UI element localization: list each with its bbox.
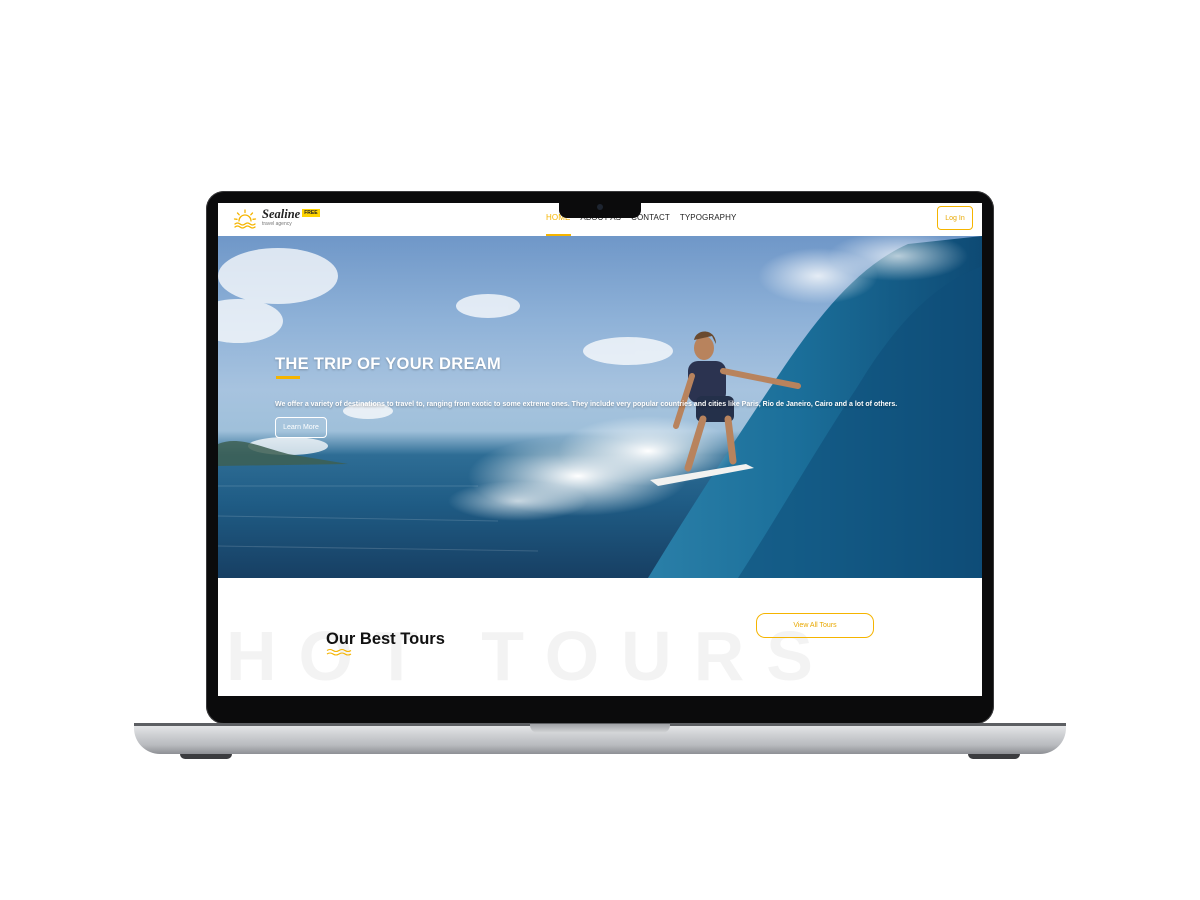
free-badge: FREE bbox=[302, 209, 320, 217]
hero-title-underline bbox=[276, 376, 300, 379]
background-watermark-text: HOT TOURS bbox=[226, 617, 835, 695]
laptop-foot-right bbox=[968, 754, 1020, 759]
laptop-foot-left bbox=[180, 754, 232, 759]
best-tours-section: HOT TOURS Our Best Tours View All Tours bbox=[218, 578, 982, 696]
brand-text: Sealine travel agency bbox=[262, 207, 301, 228]
hero-description: We offer a variety of destinations to tr… bbox=[275, 401, 898, 408]
laptop-hinge-notch bbox=[530, 724, 670, 733]
camera-icon bbox=[597, 204, 603, 210]
login-button[interactable]: Log In bbox=[937, 206, 973, 230]
sun-waves-icon bbox=[233, 209, 257, 229]
learn-more-button[interactable]: Learn More bbox=[275, 417, 327, 438]
nav-item-typography[interactable]: TYPOGRAPHY bbox=[680, 213, 737, 222]
section-title: Our Best Tours bbox=[326, 629, 445, 648]
hero-banner: THE TRIP OF YOUR DREAM We offer a variet… bbox=[218, 236, 982, 578]
browser-viewport: Sealine travel agency FREE HOME ABOUT AS… bbox=[218, 203, 982, 696]
camera-notch bbox=[559, 200, 641, 218]
wavy-lines-icon bbox=[326, 648, 352, 656]
view-all-tours-button[interactable]: View All Tours bbox=[756, 613, 874, 638]
brand-name: Sealine bbox=[262, 207, 301, 221]
brand-logo[interactable]: Sealine travel agency FREE bbox=[232, 208, 320, 232]
hero-title: THE TRIP OF YOUR DREAM bbox=[275, 355, 502, 374]
brand-tagline: travel agency bbox=[262, 221, 292, 227]
